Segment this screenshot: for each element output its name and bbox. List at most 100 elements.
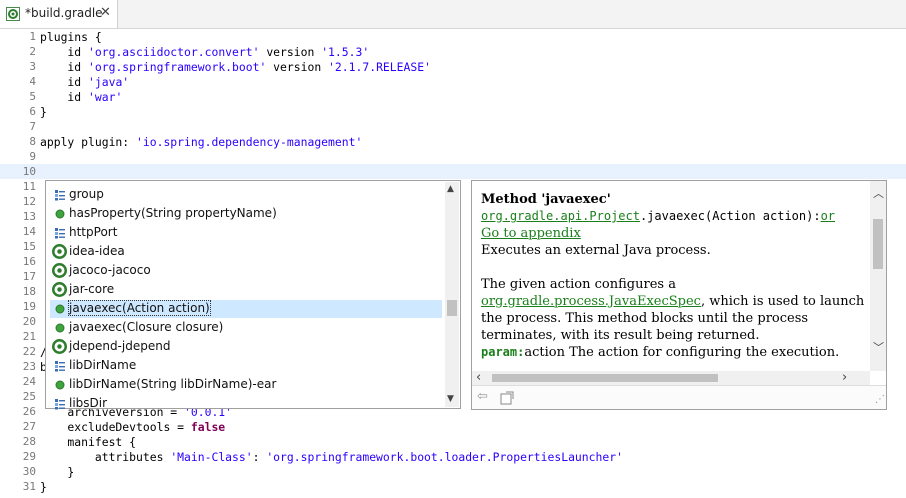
method-icon	[55, 209, 65, 219]
doc-param-label: param:	[481, 345, 525, 359]
assist-item-label: group	[69, 187, 104, 201]
doc-summary: Executes an external Java process.	[481, 243, 711, 258]
code-line[interactable]: 6}	[0, 104, 906, 119]
template-icon	[52, 339, 67, 354]
assist-scroll-thumb[interactable]	[447, 300, 457, 316]
code-line[interactable]: 9	[0, 149, 906, 164]
line-number: 25	[22, 390, 36, 403]
tab-title: *build.gradle	[25, 6, 103, 20]
code-text: }	[40, 105, 47, 119]
code-line[interactable]: 10	[0, 164, 906, 179]
code-token: attributes	[40, 450, 171, 464]
chevron-right-icon[interactable]: ›	[842, 370, 847, 385]
code-line[interactable]: 30 }	[0, 464, 906, 479]
assist-item-label: idea-idea	[69, 244, 125, 258]
line-number: 14	[22, 225, 36, 238]
assist-item-label: libDirName(String libDirName)-ear	[69, 377, 277, 391]
line-number: 6	[29, 105, 36, 118]
doc-vertical-scrollbar[interactable]: ︿ ﹀	[870, 181, 886, 371]
close-icon[interactable]: ✕	[100, 5, 111, 20]
doc-vertical-thumb[interactable]	[873, 219, 883, 269]
code-line[interactable]: 1 plugins {	[0, 29, 906, 44]
code-text: apply plugin: 'io.spring.dependency-mana…	[40, 135, 362, 149]
tab-build-gradle[interactable]: *build.gradle ✕	[0, 0, 118, 28]
assist-item-label: javaexec(Closure closure)	[69, 320, 224, 334]
assist-item[interactable]: jar-core	[50, 281, 442, 299]
assist-item[interactable]: group	[50, 186, 442, 204]
doc-javaexecspec-link[interactable]: org.gradle.process.JavaExecSpec	[481, 294, 701, 309]
line-number: 1	[29, 30, 36, 43]
assist-item[interactable]: httpPort	[50, 224, 442, 242]
code-token: }	[40, 105, 47, 119]
line-number: 7	[29, 120, 36, 133]
line-number: 22	[22, 345, 36, 358]
assist-item[interactable]: libDirName(String libDirName)-ear	[50, 376, 442, 394]
line-number: 23	[22, 360, 36, 373]
line-number: 19	[22, 300, 36, 313]
assist-item[interactable]: libsDir	[50, 395, 442, 413]
scroll-up-icon[interactable]: ▲	[447, 184, 454, 194]
doc-toolbar: ⇦ ⋰	[472, 385, 886, 409]
chevron-up-icon[interactable]: ︿	[873, 185, 884, 201]
code-token: version	[266, 60, 329, 74]
line-number: 8	[29, 135, 36, 148]
code-token: 'war'	[88, 90, 123, 104]
field-icon	[55, 190, 65, 201]
method-icon	[55, 323, 65, 333]
field-icon	[55, 361, 65, 372]
code-line[interactable]: 31}	[0, 479, 906, 494]
assist-item-label: httpPort	[69, 225, 118, 239]
code-line[interactable]: 29 attributes 'Main-Class': 'org.springf…	[0, 449, 906, 464]
doc-appendix-link[interactable]: Go to appendix	[481, 226, 581, 241]
line-number: 15	[22, 240, 36, 253]
assist-item[interactable]: jacoco-jacoco	[50, 262, 442, 280]
assist-item-label: libsDir	[69, 396, 108, 410]
back-icon[interactable]: ⇦	[477, 389, 488, 404]
code-text: id 'org.asciidoctor.convert' version '1.…	[40, 45, 369, 59]
assist-item[interactable]: hasProperty(String propertyName)	[50, 205, 442, 223]
doc-horizontal-scrollbar[interactable]: ‹ ›	[472, 370, 870, 385]
line-number: 3	[29, 60, 36, 73]
code-token: 'org.springframework.boot'	[88, 60, 267, 74]
code-line[interactable]: 5 id 'war'	[0, 89, 906, 104]
line-number: 13	[22, 210, 36, 223]
code-token: plugins {	[40, 30, 102, 44]
editor-tab-bar: *build.gradle ✕	[0, 0, 906, 29]
code-line[interactable]: 7	[0, 119, 906, 134]
line-number: 31	[22, 480, 36, 493]
code-line[interactable]: 2 id 'org.asciidoctor.convert' version '…	[0, 44, 906, 59]
line-number: 28	[22, 435, 36, 448]
assist-item[interactable]: idea-idea	[50, 243, 442, 261]
method-icon	[55, 304, 65, 314]
gradle-file-icon	[6, 7, 20, 21]
open-declaration-icon[interactable]	[500, 391, 514, 405]
chevron-left-icon[interactable]: ‹	[476, 370, 481, 385]
line-number: 4	[29, 75, 36, 88]
scroll-down-icon[interactable]: ▼	[447, 394, 454, 404]
chevron-down-icon[interactable]: ﹀	[873, 339, 884, 355]
code-line[interactable]: 4 id 'java'	[0, 74, 906, 89]
field-icon	[55, 399, 65, 410]
assist-item[interactable]: javaexec(Closure closure)	[50, 319, 442, 337]
assist-item[interactable]: jdepend-jdepend	[50, 338, 442, 356]
code-token: '1.5.3'	[321, 45, 370, 59]
content-assist-popup[interactable]: libsDir libDirName(String libDirName)-ear…	[45, 180, 461, 410]
assist-item[interactable]: libDirName	[50, 357, 442, 375]
code-line[interactable]: 8 apply plugin: 'io.spring.dependency-man…	[0, 134, 906, 149]
doc-horizontal-thumb[interactable]	[492, 374, 718, 382]
code-line[interactable]: 28 manifest {	[0, 434, 906, 449]
assist-item[interactable]: javaexec(Action action)	[50, 300, 442, 318]
assist-scrollbar[interactable]: ▲ ▼	[445, 182, 459, 407]
code-token: apply plugin:	[40, 135, 137, 149]
doc-return-link[interactable]: or	[821, 209, 835, 223]
resize-grip-icon[interactable]: ⋰	[875, 394, 885, 405]
doc-project-link[interactable]: org.gradle.api.Project	[481, 209, 640, 223]
doc-param-text: action The action for configuring the ex…	[524, 345, 840, 360]
code-text: manifest {	[40, 435, 136, 449]
code-line[interactable]: 27 excludeDevtools = false	[0, 419, 906, 434]
code-line[interactable]: 3 id 'org.springframework.boot' version …	[0, 59, 906, 74]
template-icon	[52, 244, 67, 259]
line-number: 10	[22, 165, 36, 178]
documentation-hover: Method 'javaexec' org.gradle.api.Project…	[471, 180, 887, 410]
code-token: manifest {	[40, 435, 137, 449]
